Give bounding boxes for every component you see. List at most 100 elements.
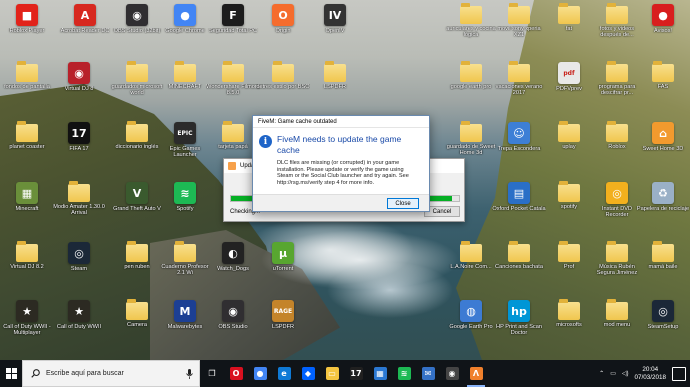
desktop-icon[interactable]: ■ Roblox Player <box>0 4 54 48</box>
taskbar-button[interactable]: 17 <box>344 360 368 387</box>
desktop-icon[interactable]: ◎ Steam <box>52 242 106 286</box>
desktop-icon[interactable]: O Origin <box>256 4 310 48</box>
search-input[interactable]: Escribe aquí para buscar <box>22 360 200 387</box>
desktop-icon[interactable]: uplay <box>542 121 596 166</box>
desktop-icon[interactable]: vacaciones verano 2017 <box>492 61 546 106</box>
desktop-icon[interactable]: IV OpenIV <box>308 4 362 48</box>
folder-icon <box>460 241 482 262</box>
desktop-icon[interactable]: µ uTorrent <box>256 242 310 286</box>
fivem-app-icon <box>228 162 236 170</box>
desktop-icon-label: Virtual DJ 8.2 <box>10 264 44 270</box>
desktop-icon[interactable]: L.A.Noire Com... <box>444 241 498 286</box>
desktop-icon[interactable]: M Malwarebytes <box>158 300 212 344</box>
desktop-icon[interactable]: Prof <box>542 241 596 286</box>
volume-icon[interactable]: ◁) <box>622 370 629 377</box>
desktop-icon[interactable]: LSPDFR <box>308 61 362 106</box>
app-icon: hp <box>508 300 530 322</box>
desktop-icon[interactable]: ◎ SteamSetup <box>636 300 690 344</box>
desktop-icon[interactable]: detres estilo por BSO <box>256 61 310 106</box>
taskbar-button[interactable]: Λ <box>464 360 488 387</box>
desktop-icon[interactable]: auriculares y cocina lógica <box>444 3 498 48</box>
error-dialog[interactable]: FiveM: Game cache outdated i FiveM needs… <box>252 115 430 212</box>
desktop-icon[interactable]: MINECRAFT <box>158 61 212 106</box>
desktop-icon[interactable]: pdf PDFVprev <box>542 62 596 106</box>
taskbar-button[interactable]: ◉ <box>440 360 464 387</box>
desktop-icon[interactable]: ≋ Spotify <box>158 182 212 226</box>
desktop-icon-label: SteamSetup <box>647 324 679 330</box>
desktop-icon[interactable]: Modio Amater 1.30.0 Arrival <box>52 181 106 226</box>
desktop-icon[interactable]: Wondershare Filmora 8.5.0 <box>206 61 260 106</box>
taskbar-button[interactable]: ≋ <box>392 360 416 387</box>
desktop-icon[interactable]: Canciones bachata <box>492 241 546 286</box>
folder-icon <box>222 121 244 142</box>
desktop-icon[interactable]: A Acrobat Reader DC <box>58 4 112 48</box>
desktop-icon[interactable]: hp HP Print and Scan Doctor <box>492 300 546 344</box>
close-button[interactable]: Close <box>387 198 419 209</box>
app-icon: ● <box>174 4 196 26</box>
desktop-icon[interactable]: F Seguridad Total PC <box>206 4 260 48</box>
taskbar-button[interactable]: ◆ <box>296 360 320 387</box>
taskbar-button[interactable]: ● <box>248 360 272 387</box>
desktop-icon[interactable]: fat <box>542 3 596 48</box>
desktop-icon[interactable]: ◉ OBS Studio (32bit) <box>110 4 164 48</box>
taskbar-button[interactable]: ✉ <box>416 360 440 387</box>
folder-icon <box>174 61 196 82</box>
desktop-icon[interactable]: ⌂ Sweet Home 3D <box>636 122 690 166</box>
desktop-icon-label: Cuaderno Profesor 2.1 Wi <box>161 264 209 277</box>
desktop-icon[interactable]: ● Avisos! <box>636 4 690 48</box>
chevron-up-icon[interactable]: ⌃ <box>599 370 604 377</box>
microphone-icon[interactable] <box>186 368 193 379</box>
desktop-icon[interactable]: spotify <box>542 181 596 226</box>
desktop-icon[interactable]: ◉ Virtual DJ 8 <box>52 62 106 106</box>
folder-icon <box>272 61 294 82</box>
desktop-icon[interactable]: Virtual DJ 8.2 <box>0 241 54 286</box>
desktop-icon[interactable]: V Grand Theft Auto V <box>110 182 164 226</box>
desktop-icon[interactable]: ★ Call of Duty WWII - Multiplayer <box>0 300 54 344</box>
desktop-icon[interactable]: FAS <box>636 61 690 106</box>
mail-icon: ✉ <box>421 367 435 380</box>
dialog-titlebar[interactable]: FiveM: Game cache outdated <box>253 116 429 128</box>
app-icon: ⌂ <box>652 122 674 144</box>
notifications-icon[interactable] <box>672 366 686 381</box>
desktop-icon[interactable]: EPIC Epic Games Launcher <box>158 122 212 166</box>
dialog-footer: Close <box>253 194 429 211</box>
desktop-icon[interactable]: movil sony xperia XZ1 <box>492 3 546 48</box>
desktop-icon[interactable]: ★ Call of Duty WWII <box>52 300 106 344</box>
desktop-icon[interactable]: pen ruben <box>110 241 164 286</box>
folder-icon <box>508 241 530 262</box>
desktop-icon[interactable]: fondos de pantalla <box>0 61 54 106</box>
desktop-icon[interactable]: ▦ Minecraft <box>0 182 54 226</box>
taskbar-button[interactable]: ▦ <box>368 360 392 387</box>
desktop-icon[interactable]: ▤ Oxford Pocket Catala <box>492 182 546 226</box>
desktop-icon[interactable]: 17 FIFA 17 <box>52 122 106 166</box>
desktop-icon[interactable]: ◉ OBS Studio <box>206 300 260 344</box>
desktop-icon[interactable]: diccionario inglés <box>110 121 164 166</box>
network-icon[interactable]: ▭ <box>610 370 616 377</box>
desktop-icon[interactable]: mamá baile <box>636 241 690 286</box>
desktop-icon[interactable]: microsofts <box>542 299 596 344</box>
app-icon: M <box>174 300 196 322</box>
start-button[interactable] <box>0 360 22 387</box>
desktop-icon-label: OBS Studio <box>218 324 248 330</box>
clock[interactable]: 20:04 07/03/2018 <box>634 366 666 382</box>
desktop-icon[interactable]: ♻ Papelera de reciclaje <box>636 182 690 226</box>
desktop-icon[interactable]: ☺ Trepa Escondera <box>492 122 546 166</box>
desktop-icon[interactable]: Cuaderno Profesor 2.1 Wi <box>158 241 212 286</box>
desktop-icon[interactable]: google earth pro <box>444 61 498 106</box>
desktop-icon[interactable]: ◍ Google Earth Pro <box>444 300 498 344</box>
desktop-icon[interactable]: guardados microsoft world <box>110 61 164 106</box>
desktop-icon[interactable]: RAGE LSPDFR <box>256 300 310 344</box>
dialog-body: i FiveM needs to update the game cache D… <box>253 128 429 187</box>
desktop-icon[interactable]: Camera <box>110 299 164 344</box>
taskbar-button[interactable]: O <box>224 360 248 387</box>
taskbar-button[interactable]: ▭ <box>320 360 344 387</box>
app-icon: ≋ <box>174 182 196 204</box>
desktop-icon[interactable]: planet coaster <box>0 121 54 166</box>
desktop-icon-label: google earth pro <box>450 84 492 90</box>
taskbar-button[interactable]: e <box>272 360 296 387</box>
taskbar-button[interactable]: ❐ <box>200 360 224 387</box>
desktop-icon-label: uplay <box>562 144 576 150</box>
desktop-icon[interactable]: ● Google Chrome <box>158 4 212 48</box>
desktop-icon[interactable]: ◐ Watch_Dogs <box>206 242 260 286</box>
app-icon: ◉ <box>126 4 148 26</box>
